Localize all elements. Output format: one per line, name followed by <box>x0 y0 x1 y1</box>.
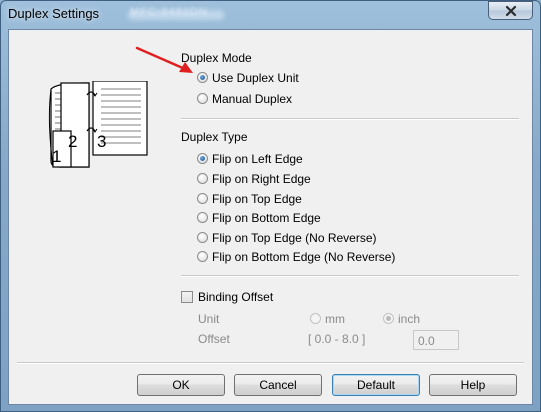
unit-label: Unit <box>198 312 220 326</box>
offset-range: [ 0.0 - 8.0 ] <box>308 332 366 346</box>
radio-flip-right-edge-label[interactable]: Flip on Right Edge <box>212 172 311 186</box>
radio-flip-bottom-edge-indicator[interactable] <box>197 212 208 223</box>
radio-flip-top-edge-indicator[interactable] <box>197 193 208 204</box>
radio-flip-left-edge-label[interactable]: Flip on Left Edge <box>212 152 303 166</box>
radio-use-duplex-unit-label[interactable]: Use Duplex Unit <box>212 71 299 85</box>
radio-flip-bottom-edge-label[interactable]: Flip on Bottom Edge <box>212 211 321 225</box>
radio-flip-top-edge-no-reverse-label[interactable]: Flip on Top Edge (No Reverse) <box>212 231 377 245</box>
binding-offset-label[interactable]: Binding Offset <box>198 290 273 304</box>
duplex-illustration <box>48 81 148 168</box>
offset-input[interactable]: 0.0 <box>413 330 459 350</box>
radio-flip-right-edge-indicator[interactable] <box>197 173 208 184</box>
radio-unit-inch-indicator[interactable] <box>383 313 394 324</box>
radio-manual-duplex-indicator[interactable] <box>197 93 208 104</box>
radio-flip-top-edge-label[interactable]: Flip on Top Edge <box>212 192 302 206</box>
separator-buttons <box>17 362 524 364</box>
cancel-button[interactable]: Cancel <box>234 374 322 396</box>
dialog-window: Duplex Settings MFC-8480DN 1 2 3 Duplex … <box>0 0 541 412</box>
offset-label: Offset <box>198 332 230 346</box>
title-bar[interactable]: Duplex Settings MFC-8480DN <box>0 0 541 28</box>
separator-type-binding <box>181 275 519 277</box>
radio-flip-bottom-edge-no-reverse-indicator[interactable] <box>197 251 208 262</box>
page-number-2: 2 <box>68 132 78 151</box>
ok-button[interactable]: OK <box>137 374 225 396</box>
radio-unit-inch-label[interactable]: inch <box>398 312 420 326</box>
page-number-3: 3 <box>97 132 107 151</box>
radio-flip-bottom-edge-no-reverse-label[interactable]: Flip on Bottom Edge (No Reverse) <box>212 250 395 264</box>
duplex-mode-heading: Duplex Mode <box>181 51 252 65</box>
page-number-1: 1 <box>52 147 62 166</box>
radio-manual-duplex-label[interactable]: Manual Duplex <box>212 92 292 106</box>
help-button[interactable]: Help <box>429 374 517 396</box>
radio-use-duplex-unit-indicator[interactable] <box>197 72 208 83</box>
close-button[interactable] <box>488 1 533 20</box>
radio-unit-mm-indicator[interactable] <box>310 313 321 324</box>
window-title: Duplex Settings <box>8 6 100 21</box>
separator-mode-type <box>181 118 519 120</box>
duplex-type-heading: Duplex Type <box>181 130 248 144</box>
radio-flip-left-edge-indicator[interactable] <box>197 153 208 164</box>
default-button[interactable]: Default <box>332 374 420 396</box>
dialog-client-area: 1 2 3 Duplex Mode Use Duplex Unit Manual… <box>8 29 533 405</box>
blurred-model-text: MFC-8480DN <box>130 6 208 18</box>
binding-offset-checkbox-box[interactable] <box>181 291 193 303</box>
close-icon <box>505 5 516 16</box>
radio-unit-mm-label[interactable]: mm <box>325 312 345 326</box>
radio-flip-top-edge-no-reverse-indicator[interactable] <box>197 232 208 243</box>
